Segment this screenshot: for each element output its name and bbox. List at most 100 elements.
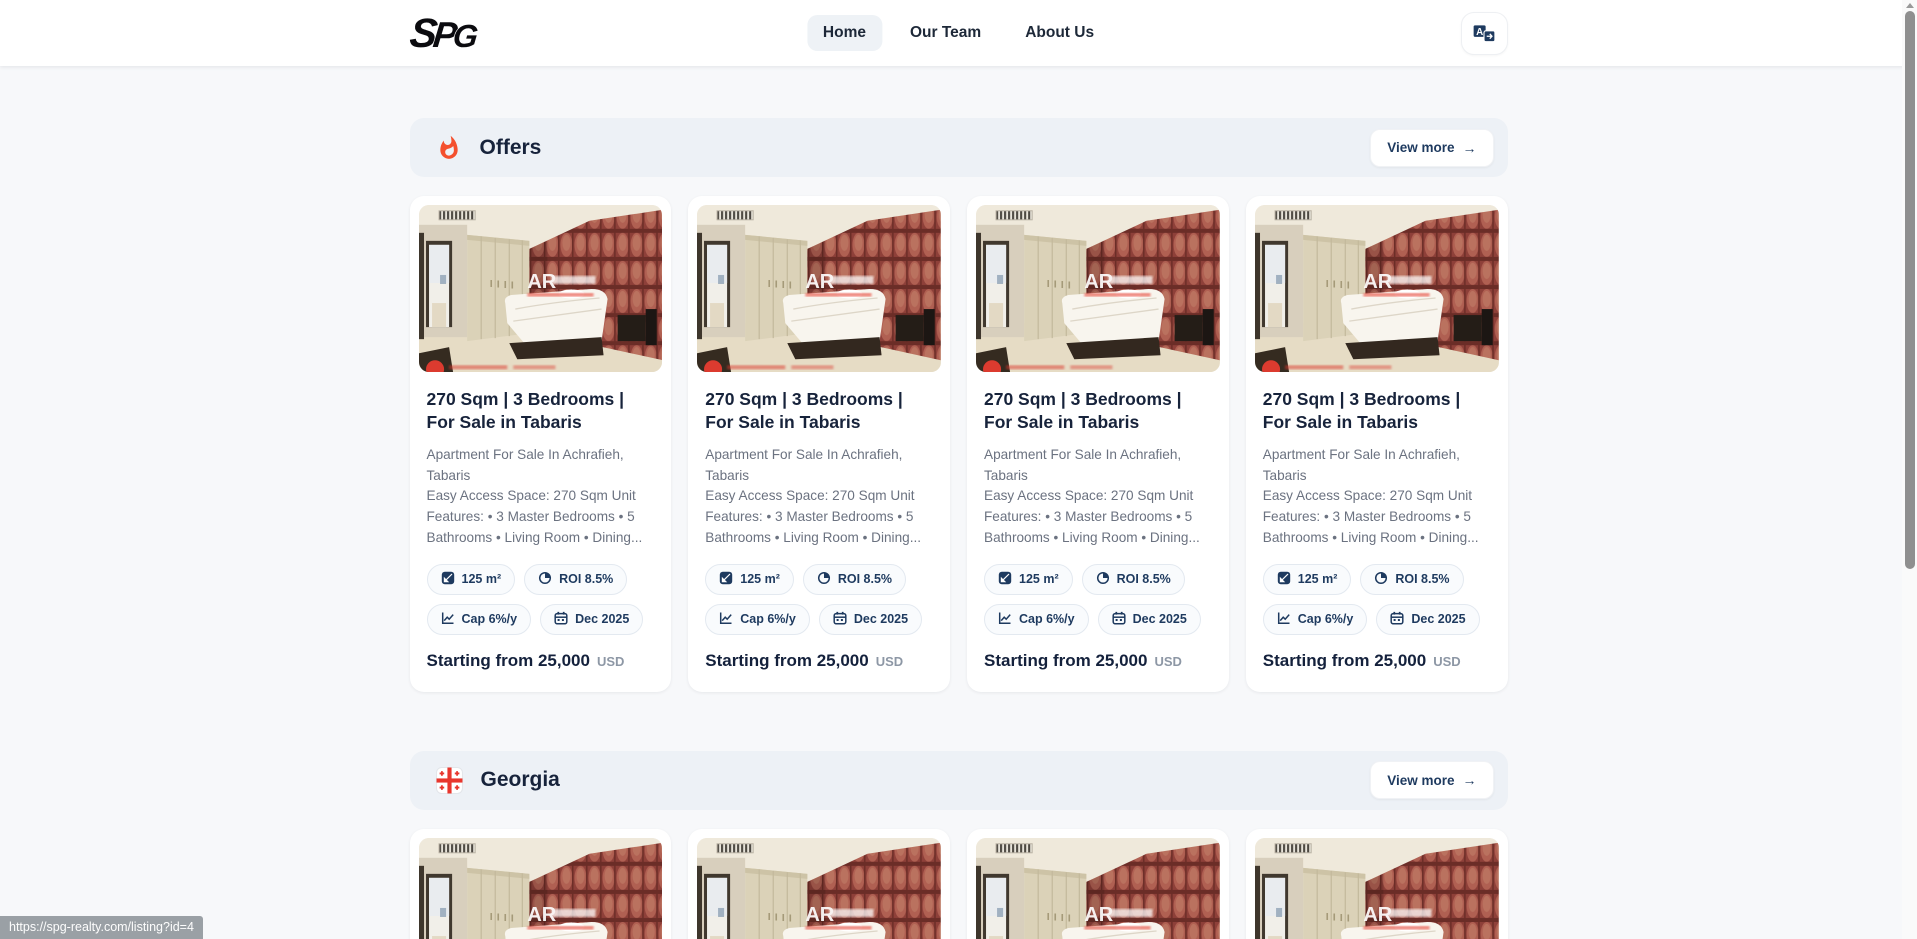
badge-label: ROI 8.5% (559, 572, 613, 586)
roi-badge: ROI 8.5% (1360, 564, 1463, 595)
badge-label: Cap 6%/y (1019, 612, 1075, 626)
area-badge: 125 m² (427, 564, 516, 595)
view-more-label: View more (1387, 773, 1454, 788)
nav-item-about-us[interactable]: About Us (1009, 15, 1110, 51)
badge-label: Cap 6%/y (462, 612, 518, 626)
listing-photo: AR (419, 205, 663, 372)
listing-photo: AR (419, 838, 663, 939)
badge-label: 125 m² (740, 572, 780, 586)
price-text: Starting from 25,000 (427, 651, 590, 671)
badge-row: 125 m² ROI 8.5% (984, 564, 1212, 635)
area-icon (441, 571, 455, 588)
delivery-badge: Dec 2025 (540, 604, 643, 635)
listing-card[interactable]: AR 270 Sqm | 3 Bedrooms | For Sale in Ta… (967, 829, 1229, 939)
price-currency: USD (1154, 654, 1181, 669)
card-grid: AR 270 Sqm | 3 Bedrooms | For Sale in Ta… (410, 829, 1508, 939)
roi-icon (1096, 571, 1110, 588)
main-content: Offers View more → (410, 66, 1508, 939)
main-nav: Home Our Team About Us (807, 15, 1110, 51)
roi-icon (538, 571, 552, 588)
cap-icon (719, 611, 733, 628)
arrow-right-icon: → (1463, 140, 1477, 156)
cap-badge: Cap 6%/y (984, 604, 1089, 635)
price-currency: USD (1433, 654, 1460, 669)
scrollbar[interactable] (1902, 0, 1917, 939)
calendar-icon (1112, 611, 1126, 628)
roi-icon (1374, 571, 1388, 588)
delivery-badge: Dec 2025 (819, 604, 922, 635)
cap-icon (1277, 611, 1291, 628)
price-currency: USD (876, 654, 903, 669)
area-badge: 125 m² (1263, 564, 1352, 595)
badge-label: 125 m² (1298, 572, 1338, 586)
cap-badge: Cap 6%/y (705, 604, 810, 635)
header: SPG Home Our Team About Us A (0, 0, 1917, 66)
section-offers: Offers View more → (410, 118, 1508, 692)
language-button[interactable]: A (1461, 12, 1508, 55)
area-badge: 125 m² (984, 564, 1073, 595)
arrow-right-icon: → (1463, 772, 1477, 788)
nav-item-our-team[interactable]: Our Team (894, 15, 997, 51)
listing-photo: AR (976, 838, 1220, 939)
price-currency: USD (597, 654, 624, 669)
cap-icon (998, 611, 1012, 628)
badge-row: 125 m² ROI 8.5% (427, 564, 655, 635)
badge-label: ROI 8.5% (1395, 572, 1449, 586)
badge-label: ROI 8.5% (1117, 572, 1171, 586)
card-description: Apartment For Sale In Achrafieh, Tabaris… (705, 445, 933, 549)
scrollbar-up-arrow[interactable] (1906, 3, 1914, 8)
badge-label: Cap 6%/y (1298, 612, 1354, 626)
listing-photo: AR (1255, 838, 1499, 939)
nav-item-home[interactable]: Home (807, 15, 882, 51)
flame-icon (436, 135, 462, 161)
listing-photo: AR (976, 205, 1220, 372)
area-icon (1277, 571, 1291, 588)
badge-label: 125 m² (462, 572, 502, 586)
listing-photo: AR (697, 205, 941, 372)
listing-photo: AR (697, 838, 941, 939)
area-icon (719, 571, 733, 588)
logo[interactable]: SPG (407, 10, 476, 57)
price-row: Starting from 25,000 USD (427, 651, 655, 671)
view-more-button[interactable]: View more → (1370, 129, 1493, 167)
roi-badge: ROI 8.5% (803, 564, 906, 595)
svg-text:A: A (1476, 27, 1483, 38)
badge-label: Dec 2025 (575, 612, 629, 626)
listing-card[interactable]: AR 270 Sqm | 3 Bedrooms | For Sale in Ta… (410, 829, 672, 939)
badge-label: ROI 8.5% (838, 572, 892, 586)
scrollbar-thumb[interactable] (1905, 11, 1915, 569)
card-description: Apartment For Sale In Achrafieh, Tabaris… (1263, 445, 1491, 549)
georgia-flag-icon (436, 767, 463, 794)
area-badge: 125 m² (705, 564, 794, 595)
card-title: 270 Sqm | 3 Bedrooms | For Sale in Tabar… (427, 388, 655, 435)
delivery-badge: Dec 2025 (1376, 604, 1479, 635)
listing-card[interactable]: AR 270 Sqm | 3 Bedrooms | For Sale in Ta… (688, 196, 950, 692)
listing-card[interactable]: AR 270 Sqm | 3 Bedrooms | For Sale in Ta… (967, 196, 1229, 692)
section-georgia: Georgia View more → (410, 751, 1508, 939)
section-header-bar: Georgia View more → (410, 751, 1508, 810)
section-header-bar: Offers View more → (410, 118, 1508, 177)
calendar-icon (833, 611, 847, 628)
cap-badge: Cap 6%/y (427, 604, 532, 635)
listing-card[interactable]: AR 270 Sqm | 3 Bedrooms | For Sale in Ta… (1246, 829, 1508, 939)
calendar-icon (1390, 611, 1404, 628)
badge-label: Dec 2025 (1411, 612, 1465, 626)
cap-badge: Cap 6%/y (1263, 604, 1368, 635)
listing-card[interactable]: AR 270 Sqm | 3 Bedrooms | For Sale in Ta… (688, 829, 950, 939)
card-title: 270 Sqm | 3 Bedrooms | For Sale in Tabar… (705, 388, 933, 435)
listing-card[interactable]: AR 270 Sqm | 3 Bedrooms | For Sale in Ta… (1246, 196, 1508, 692)
badge-row: 125 m² ROI 8.5% (1263, 564, 1491, 635)
roi-badge: ROI 8.5% (1082, 564, 1185, 595)
section-title: Georgia (481, 768, 560, 792)
area-icon (998, 571, 1012, 588)
view-more-label: View more (1387, 140, 1454, 155)
delivery-badge: Dec 2025 (1098, 604, 1201, 635)
listing-card[interactable]: AR 270 Sqm | 3 Bedrooms | For Sale in Ta… (410, 196, 672, 692)
badge-label: Cap 6%/y (740, 612, 796, 626)
price-text: Starting from 25,000 (984, 651, 1147, 671)
badge-label: 125 m² (1019, 572, 1059, 586)
card-title: 270 Sqm | 3 Bedrooms | For Sale in Tabar… (1263, 388, 1491, 435)
section-title: Offers (480, 136, 542, 160)
badge-label: Dec 2025 (854, 612, 908, 626)
view-more-button[interactable]: View more → (1370, 761, 1493, 799)
